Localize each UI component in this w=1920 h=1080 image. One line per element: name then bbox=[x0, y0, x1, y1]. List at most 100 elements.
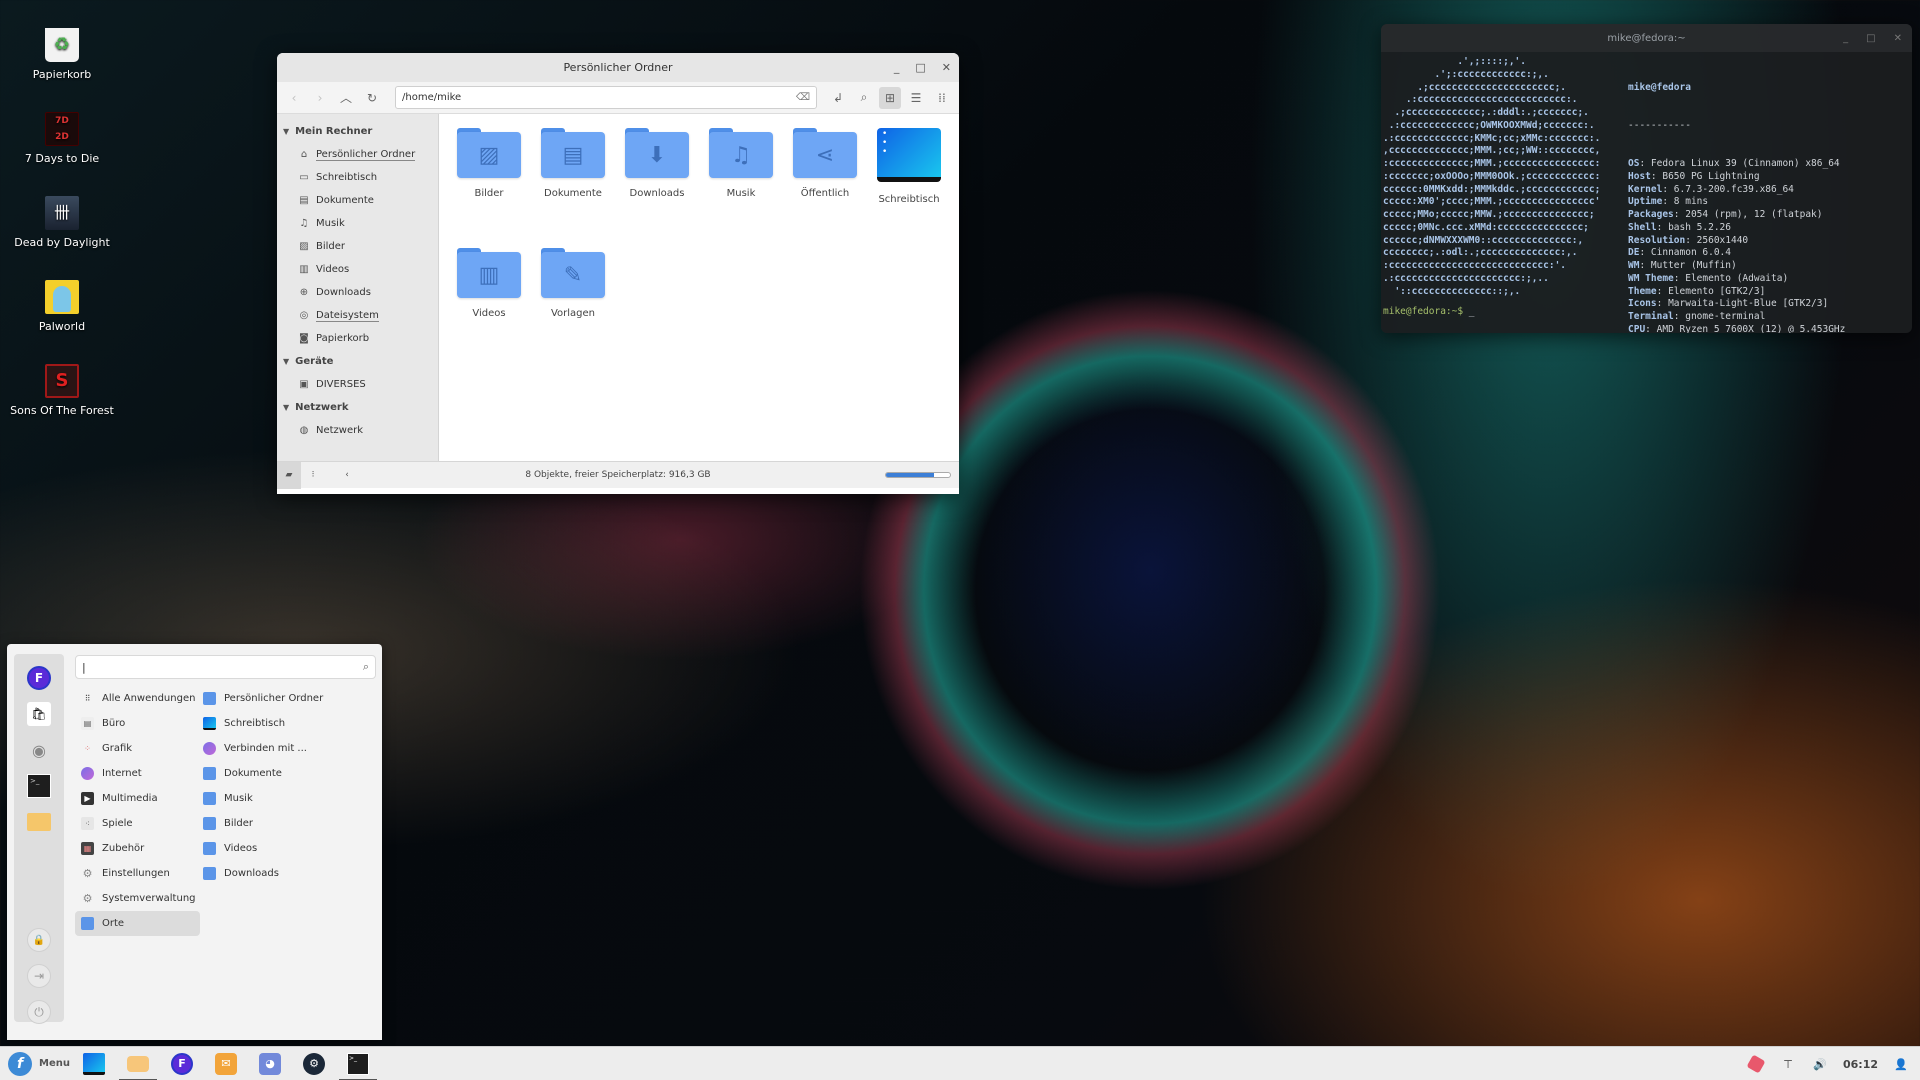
info-line: Icons: Marwaita-Light-Blue [GTK2/3] bbox=[1628, 298, 1829, 310]
list-view-button[interactable]: ☰ bbox=[905, 87, 927, 109]
place-bilder[interactable]: Bilder bbox=[203, 811, 253, 836]
category-zubehoer[interactable]: ▦ Zubehör bbox=[75, 836, 200, 861]
task-files[interactable] bbox=[116, 1047, 160, 1080]
category-einstellungen[interactable]: ⚙ Einstellungen bbox=[75, 861, 200, 886]
place-videos[interactable]: Videos bbox=[203, 836, 257, 861]
place-dokumente[interactable]: Dokumente bbox=[203, 761, 282, 786]
desktop-icon-sons-of-the-forest[interactable]: S Sons Of The Forest bbox=[7, 364, 117, 417]
sidebar-item-downloads[interactable]: ⊕ Downloads bbox=[277, 281, 438, 304]
terminal-titlebar[interactable]: mike@fedora:~ _ □ ✕ bbox=[1381, 24, 1912, 52]
file-item-musik[interactable]: ♫ Musik bbox=[699, 128, 783, 199]
info-line: DE: Cinnamon 6.0.4 bbox=[1628, 247, 1731, 259]
category-alle-anwendungen[interactable]: ⠿ Alle Anwendungen bbox=[75, 686, 200, 711]
forward-button[interactable]: › bbox=[309, 87, 331, 109]
minimize-button[interactable]: _ bbox=[894, 61, 900, 74]
sidebar-item-dateisystem[interactable]: ◎ Dateisystem bbox=[277, 304, 438, 327]
file-manager-toolbar: ‹ › ︿ ↻ /home/mike ⌫ ↲ ⌕ ⊞ ☰ ⁞⁞ bbox=[277, 82, 959, 114]
network-icon[interactable]: ⊤ bbox=[1779, 1058, 1797, 1071]
sidebar-item-videos[interactable]: ▥ Videos bbox=[277, 258, 438, 281]
minimize-button[interactable]: _ bbox=[1843, 33, 1848, 44]
info-value: 8 mins bbox=[1673, 196, 1709, 208]
update-notifier-icon[interactable] bbox=[1746, 1054, 1766, 1074]
desktop-icon-papierkorb[interactable]: Papierkorb bbox=[7, 28, 117, 81]
sidebar-item-diverses[interactable]: ▣ DIVERSES bbox=[277, 373, 438, 396]
file-item-downloads[interactable]: ⬇ Downloads bbox=[615, 128, 699, 199]
place-schreibtisch[interactable]: Schreibtisch bbox=[203, 711, 285, 736]
sidebar-item-schreibtisch[interactable]: ▭ Schreibtisch bbox=[277, 166, 438, 189]
file-item-dokumente[interactable]: ▤ Dokumente bbox=[531, 128, 615, 199]
terminal-icon[interactable]: >_ bbox=[27, 774, 51, 798]
lock-screen-icon[interactable]: 🔒 bbox=[27, 928, 51, 952]
category-orte[interactable]: Orte bbox=[75, 911, 200, 936]
place-verbinden-mit[interactable]: Verbinden mit ... bbox=[203, 736, 307, 761]
info-line: Shell: bash 5.2.26 bbox=[1628, 221, 1731, 233]
task-show-desktop[interactable] bbox=[72, 1047, 116, 1080]
menu-button[interactable]: f Menu bbox=[0, 1047, 72, 1080]
desktop-icon-7-days-to-die[interactable]: 7D 2D 7 Days to Die bbox=[7, 112, 117, 165]
file-item-videos[interactable]: ▥ Videos bbox=[447, 248, 531, 319]
category-buero[interactable]: ▤ Büro bbox=[75, 711, 200, 736]
sidebar-section-geraete[interactable]: ▼ Geräte bbox=[277, 350, 438, 373]
file-manager-titlebar[interactable]: Persönlicher Ordner _ □ ✕ bbox=[277, 53, 959, 82]
clock[interactable]: 06:12 bbox=[1843, 1058, 1878, 1071]
sidebar-item-bilder[interactable]: ▨ Bilder bbox=[277, 235, 438, 258]
software-center-icon[interactable]: 🛍 bbox=[27, 702, 51, 726]
shutdown-icon[interactable]: ⏻ bbox=[27, 1000, 51, 1024]
task-terminal[interactable]: >_ bbox=[336, 1047, 380, 1080]
reload-button[interactable]: ↻ bbox=[361, 87, 383, 109]
network-icon: ◍ bbox=[299, 425, 309, 436]
place-downloads[interactable]: Downloads bbox=[203, 861, 279, 886]
search-button[interactable]: ⌕ bbox=[853, 87, 875, 109]
files-icon[interactable] bbox=[27, 813, 51, 831]
task-steam[interactable]: ⚙ bbox=[292, 1047, 336, 1080]
sidebar-section-netzwerk[interactable]: ▼ Netzwerk bbox=[277, 396, 438, 419]
settings-icon[interactable]: ◉ bbox=[27, 738, 51, 762]
maximize-button[interactable]: □ bbox=[1866, 33, 1875, 44]
up-button[interactable]: ︿ bbox=[335, 87, 357, 109]
sidebar-item-persoenlicher-ordner[interactable]: ⌂ Persönlicher Ordner bbox=[277, 143, 438, 166]
desktop-icon-dead-by-daylight[interactable]: 卌 Dead by Daylight bbox=[7, 196, 117, 249]
info-value: Fedora Linux 39 (Cinnamon) x86_64 bbox=[1650, 158, 1840, 169]
mail-icon: ✉ bbox=[215, 1052, 237, 1075]
file-item-oeffentlich[interactable]: ⋖ Öffentlich bbox=[783, 128, 867, 199]
maximize-button[interactable]: □ bbox=[915, 61, 925, 74]
fedora-media-writer-icon[interactable]: F bbox=[27, 666, 51, 690]
task-discord[interactable]: ◕ bbox=[248, 1047, 292, 1080]
close-button[interactable]: ✕ bbox=[942, 61, 951, 74]
volume-icon[interactable]: 🔊 bbox=[1811, 1058, 1829, 1071]
menu-search-input[interactable]: | ⌕ bbox=[75, 655, 376, 679]
task-fedora-media-writer[interactable]: F bbox=[160, 1047, 204, 1080]
sidebar-item-musik[interactable]: ♫ Musik bbox=[277, 212, 438, 235]
icon-view-button[interactable]: ⊞ bbox=[879, 86, 901, 109]
back-button[interactable]: ‹ bbox=[283, 87, 305, 109]
close-button[interactable]: ✕ bbox=[1894, 33, 1902, 44]
desktop-icon-palworld[interactable]: Palworld bbox=[7, 280, 117, 333]
logout-icon[interactable]: ⇥ bbox=[27, 964, 51, 988]
sidebar-section-mein-rechner[interactable]: ▼ Mein Rechner bbox=[277, 120, 438, 143]
category-systemverwaltung[interactable]: ⚙ Systemverwaltung bbox=[75, 886, 200, 911]
file-view[interactable]: ▨ Bilder ▤ Dokumente ⬇ Downloads ♫ Musik… bbox=[439, 114, 959, 461]
place-persoenlicher-ordner[interactable]: Persönlicher Ordner bbox=[203, 686, 323, 711]
category-grafik[interactable]: ⁘ Grafik bbox=[75, 736, 200, 761]
task-mail[interactable]: ✉ bbox=[204, 1047, 248, 1080]
places-folder-icon bbox=[81, 917, 94, 930]
sidebar-item-papierkorb[interactable]: ◙ Papierkorb bbox=[277, 327, 438, 350]
place-musik[interactable]: Musik bbox=[203, 786, 253, 811]
category-spiele[interactable]: ⁖ Spiele bbox=[75, 811, 200, 836]
desktop-icon-label: Palworld bbox=[38, 320, 86, 333]
file-item-schreibtisch[interactable]: Schreibtisch bbox=[867, 128, 951, 205]
file-item-vorlagen[interactable]: ✎ Vorlagen bbox=[531, 248, 615, 319]
sidebar-item-netzwerk[interactable]: ◍ Netzwerk bbox=[277, 419, 438, 442]
clear-location-icon[interactable]: ⌫ bbox=[796, 92, 810, 103]
terminal-window[interactable]: mike@fedora:~ _ □ ✕ .',;::::;,'. .';:ccc… bbox=[1381, 24, 1912, 333]
sidebar-item-dokumente[interactable]: ▤ Dokumente bbox=[277, 189, 438, 212]
toggle-location-button[interactable]: ↲ bbox=[827, 87, 849, 109]
places-sidebar: ▼ Mein Rechner ⌂ Persönlicher Ordner ▭ Schr… bbox=[277, 114, 439, 461]
compact-view-button[interactable]: ⁞⁞ bbox=[931, 87, 953, 109]
file-item-bilder[interactable]: ▨ Bilder bbox=[447, 128, 531, 199]
user-icon[interactable]: 👤 bbox=[1892, 1058, 1910, 1071]
info-key: DE bbox=[1628, 247, 1640, 259]
category-internet[interactable]: ●Internet bbox=[75, 761, 200, 786]
category-multimedia[interactable]: ▶ Multimedia bbox=[75, 786, 200, 811]
location-entry[interactable]: /home/mike ⌫ bbox=[395, 86, 817, 109]
